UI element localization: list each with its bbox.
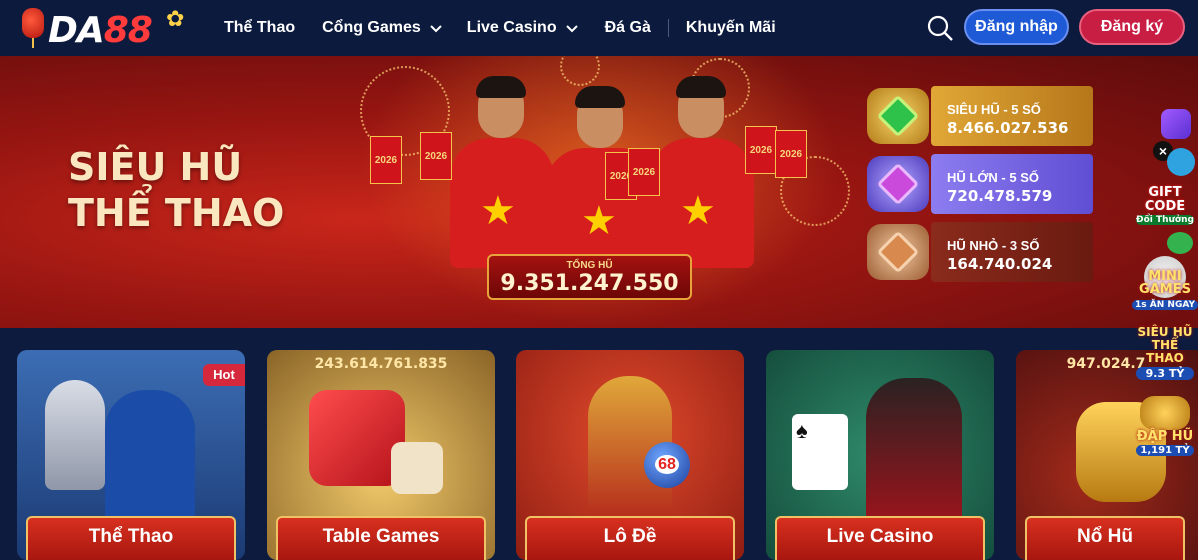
giftcode-widget[interactable]: GIFT CODE Đổi Thưởng [1132,186,1198,225]
jackpot-value: 8.466.027.536 [947,119,1069,137]
banner-title: SIÊU HŨ THỂ THAO [68,144,284,236]
total-jackpot-value: 9.351.247.550 [500,271,679,296]
banner-title-line1: SIÊU HŨ [68,145,243,189]
nav-label: Thể Thao [224,19,296,36]
jackpot-hu-nho[interactable]: HŨ NHỎ - 3 SỐ 164.740.024 [865,222,1093,282]
search-icon[interactable] [926,14,954,42]
jackpot-bar: SIÊU HŨ - 5 SỐ 8.466.027.536 [931,86,1093,146]
dice-icon [391,442,443,494]
player-image [105,390,195,530]
playing-card-icon: ♠ [792,414,848,490]
total-jackpot-label: TỔNG HŨ [566,260,613,271]
game-category-row: Hot Thể Thao 243.614.761.835 Table Games… [0,328,1198,560]
nav-label: Đá Gà [604,19,651,36]
lottery-ball-icon: 68 [644,442,690,488]
lantern-icon [22,8,44,48]
phone-icon[interactable] [1167,232,1193,254]
jackpot-hu-lon[interactable]: HŨ LỚN - 5 SỐ 720.478.579 [865,154,1093,214]
daphu-value: 1,191 TỶ [1136,445,1194,456]
card-the-thao[interactable]: Hot Thể Thao [17,350,245,560]
card-label: Thể Thao [26,516,236,560]
jackpot-sieu-hu[interactable]: SIÊU HŨ - 5 SỐ 8.466.027.536 [865,86,1093,146]
card-live-casino[interactable]: ♠ Live Casino [766,350,994,560]
nav-item-live-casino[interactable]: Live Casino [467,19,579,37]
nav-label: Cổng Games [322,19,421,36]
blossom-icon: ✿ [166,6,185,31]
card-label: Lô Đề [525,516,735,560]
logo-letters: DA [48,10,105,51]
jackpot-value: 164.740.024 [947,255,1053,273]
trophy-image [45,380,105,490]
logo-number: 88 [103,10,153,51]
giftcode-line2: CODE [1144,199,1186,214]
nav-item-cong-games[interactable]: Cổng Games [322,19,443,37]
top-header: DA88 ✿ Thể Thao Cổng Games Live Casino Đ… [0,0,1198,56]
chevron-down-icon [430,25,442,33]
bronze-gem-icon [867,224,929,280]
mini-games-widget[interactable]: MINI GAMES 1s ĂN NGAY [1132,256,1198,310]
nav-item-khuyen-mai[interactable]: Khuyến Mãi [686,19,776,37]
green-gem-icon [867,88,929,144]
total-jackpot-box: TỔNG HŨ 9.351.247.550 [487,254,692,300]
giftcode-line1: GIFT [1148,185,1182,200]
red-envelope: 2026 [775,130,807,178]
card-table-games[interactable]: 243.614.761.835 Table Games [267,350,495,560]
red-envelope: 2026 [370,136,402,184]
jackpot-name: SIÊU HŨ - 5 SỐ [947,102,1041,117]
nav-label: Khuyến Mãi [685,19,776,36]
giftcode-sub: Đổi Thưởng [1136,215,1194,225]
card-label: Nổ Hũ [1025,516,1185,560]
card-label: Table Games [276,516,486,560]
card-jackpot-amount: 243.614.761.835 [314,356,448,372]
da88-logo[interactable]: DA88 ✿ [22,6,190,51]
jackpot-value: 720.478.579 [947,187,1053,205]
main-nav: Thể Thao Cổng Games Live Casino Đá Gà Kh… [224,0,776,56]
dap-hu-widget[interactable]: ĐẬP HŨ 1,191 TỶ [1132,396,1198,456]
jackpot-name: HŨ NHỎ - 3 SỐ [947,238,1040,253]
nav-divider [667,19,669,37]
banner-title-line2: THỂ THAO [68,191,285,235]
telegram-icon[interactable] [1167,148,1195,176]
logo-text: DA88 [48,10,153,51]
sieu-hu-widget[interactable]: SIÊU HŨ THỂ THAO 9.3 TỶ [1132,326,1198,380]
chat-icon[interactable] [1161,109,1191,139]
nav-item-da-ga[interactable]: Đá Gà [605,19,651,37]
dealer-image [866,378,962,534]
red-envelope: 2026 [628,148,660,196]
sieuhu-value: 9.3 TỶ [1136,367,1194,380]
sieuhu-line2: THỂ THAO [1146,338,1184,365]
red-envelope: 2026 [745,126,777,174]
daphu-line1: ĐẬP HŨ [1136,429,1194,444]
nav-label: Live Casino [466,19,557,36]
purple-gem-icon [867,156,929,212]
hot-badge: Hot [203,364,245,386]
jackpot-bar: HŨ NHỎ - 3 SỐ 164.740.024 [931,222,1093,282]
mini-sub: 1s ĂN NGAY [1132,300,1198,310]
hero-banner[interactable]: SIÊU HŨ THỂ THAO ★ ★ ★ 2026 2026 2026 20… [0,56,1198,328]
card-label: Live Casino [775,516,985,560]
chevron-down-icon [565,25,578,33]
red-envelope: 2026 [420,132,452,180]
login-button[interactable]: Đăng nhập [964,9,1069,45]
card-lo-de[interactable]: 68 Lô Đề [516,350,744,560]
mini-line2: GAMES [1139,282,1191,297]
gold-pot-icon [1140,396,1190,430]
register-button[interactable]: Đăng ký [1079,9,1185,45]
jackpot-name: HŨ LỚN - 5 SỐ [947,170,1039,185]
jackpot-bar: HŨ LỚN - 5 SỐ 720.478.579 [931,154,1093,214]
nav-item-the-thao[interactable]: Thể Thao [224,19,295,37]
